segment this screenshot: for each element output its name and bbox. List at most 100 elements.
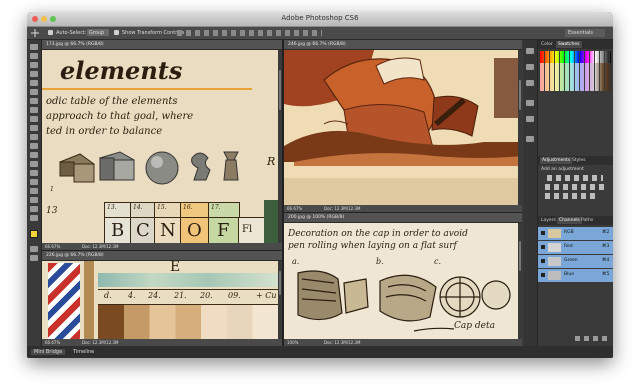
eyedropper-tool-button[interactable] (30, 89, 38, 95)
swatches-grid-lower[interactable] (540, 63, 611, 91)
element-table: 13. 14. 15. 16. 17. B C N O F Fl (42, 200, 282, 243)
move-tool-icon[interactable] (31, 29, 39, 37)
doc-canvas-3[interactable]: E d. 4. 24. 21. 20. 09. + Cu (42, 261, 282, 339)
visibility-eye-icon[interactable] (541, 245, 545, 249)
tab-styles[interactable]: Styles (572, 158, 586, 163)
canvas4-text-line2: pen rolling when laying on a flat surf (288, 241, 457, 251)
doc-tab-3[interactable]: 226.jpg @ 66.7% (RGB/8) (42, 251, 282, 261)
visibility-eye-icon[interactable] (541, 259, 545, 263)
type-tool-button[interactable] (30, 179, 38, 185)
adjustment-icons-row-2[interactable] (545, 184, 607, 190)
doc-tab-1[interactable]: 173.jpg @ 66.7% (RGB/8) (42, 40, 282, 50)
tools-panel (27, 40, 42, 346)
brush-tool-button[interactable] (30, 107, 38, 113)
canvas-text-line1: odic table of the elements (46, 96, 178, 107)
canvas-title-text: elements (60, 56, 183, 85)
element-c-box: C (130, 217, 156, 243)
channel-row-rgb[interactable]: RGB ⌘2 (538, 227, 613, 241)
channels-panel-tabs: Layers Channels Paths (538, 216, 613, 225)
workspace-switcher[interactable]: Essentials (565, 29, 605, 37)
tab-mini-bridge[interactable]: Mini Bridge (31, 349, 66, 355)
right-dock: Color Swatches Adjustments Styles Add an… (523, 40, 613, 346)
doc1-scrollbar[interactable] (278, 50, 282, 243)
tab-paths[interactable]: Paths (581, 218, 593, 223)
tab-timeline[interactable]: Timeline (73, 349, 94, 355)
channel-row-green[interactable]: Green ⌘4 (538, 255, 613, 269)
healing-tool-button[interactable] (30, 98, 38, 104)
element-f-box: F (208, 217, 240, 243)
show-transform-checkbox[interactable] (114, 30, 119, 35)
auto-select-checkbox[interactable] (48, 30, 53, 35)
screen-mode-button[interactable] (30, 255, 38, 261)
history-panel-icon[interactable] (526, 48, 534, 54)
quick-mask-button[interactable] (30, 246, 38, 252)
element-cell-13: 13. (104, 202, 132, 218)
element-cell-16: 16. (180, 202, 210, 218)
document-area: 173.jpg @ 66.7% (RGB/8) elements odic ta… (42, 40, 522, 346)
path-select-tool-button[interactable] (30, 188, 38, 194)
element-cell-15: 15. (154, 202, 182, 218)
canvas-text-line3: ted in order to balance (46, 126, 163, 137)
doc-tab-2[interactable]: 246.jpg @ 66.7% (RGB/8) (284, 40, 522, 50)
channel-row-blue[interactable]: Blue ⌘5 (538, 269, 613, 283)
doc2-scrollbar[interactable] (518, 50, 522, 205)
history-brush-tool-button[interactable] (30, 125, 38, 131)
canvas-side-letter: R (267, 155, 276, 168)
quick-select-tool-button[interactable] (30, 71, 38, 77)
visibility-eye-icon[interactable] (541, 273, 545, 277)
paragraph-panel-icon[interactable] (526, 116, 534, 122)
canvas4-text-line1: Decoration on the cap in order to avoid (288, 229, 468, 239)
auto-select-label: Auto-Select: (56, 30, 87, 36)
crop-tool-button[interactable] (30, 80, 38, 86)
adjustments-title: Add an adjustment (541, 167, 584, 172)
foreground-color-swatch[interactable] (30, 230, 38, 238)
options-bar: Auto-Select: Group Show Transform Contro… (27, 27, 613, 40)
align-distribute-buttons[interactable] (177, 30, 322, 36)
bottom-panel-bar: Mini Bridge Timeline (27, 346, 613, 358)
brush-panel-icon[interactable] (526, 136, 534, 142)
marquee-tool-button[interactable] (30, 53, 38, 59)
character-panel-icon[interactable] (526, 100, 534, 106)
tab-layers[interactable]: Layers (541, 218, 556, 223)
teal-swatch-row (98, 273, 282, 287)
blur-tool-button[interactable] (30, 152, 38, 158)
info-panel-icon[interactable] (526, 80, 534, 86)
pen-tool-button[interactable] (30, 170, 38, 176)
tab-adjustments[interactable]: Adjustments (540, 157, 573, 164)
reading-figure-sketch (284, 50, 522, 205)
barber-pole-stripes (48, 263, 80, 339)
gradient-tool-button[interactable] (30, 143, 38, 149)
tab-channels[interactable]: Channels (557, 217, 582, 224)
dodge-tool-button[interactable] (30, 161, 38, 167)
properties-panel-icon[interactable] (526, 64, 534, 70)
zoom-tool-button[interactable] (30, 215, 38, 221)
channel-row-red[interactable]: Red ⌘3 (538, 241, 613, 255)
element-cell-14: 14. (130, 202, 156, 218)
adjustment-icons-row-1[interactable] (547, 175, 603, 181)
tab-swatches[interactable]: Swatches (556, 41, 582, 48)
cap-caption: Cap deta (454, 321, 495, 331)
doc-canvas-2[interactable] (284, 50, 522, 205)
tab-color[interactable]: Color (541, 42, 553, 47)
hand-tool-button[interactable] (30, 206, 38, 212)
doc4-status-bar: 100% Doc: 12.3M/12.3M (284, 339, 522, 346)
doc-tab-4[interactable]: 200.jpg @ 100% (RGB/8) (284, 213, 522, 223)
move-tool-button[interactable] (30, 44, 38, 50)
brown-swatch-row (98, 305, 282, 339)
element-cell-17: 17. (208, 202, 240, 218)
doc3-status-bar: 66.67% Doc: 12.3M/12.3M (42, 339, 282, 346)
doc4-scrollbar[interactable] (518, 223, 522, 339)
lasso-tool-button[interactable] (30, 62, 38, 68)
doc-canvas-1[interactable]: elements odic table of the elements appr… (42, 50, 282, 243)
clone-stamp-tool-button[interactable] (30, 116, 38, 122)
doc3-scrollbar[interactable] (278, 261, 282, 339)
shape-tool-button[interactable] (30, 197, 38, 203)
eraser-tool-button[interactable] (30, 134, 38, 140)
doc-canvas-4[interactable]: Decoration on the cap in order to avoid … (284, 223, 522, 339)
channel-action-buttons[interactable] (575, 336, 611, 341)
visibility-eye-icon[interactable] (541, 231, 545, 235)
adjustment-icons-row-3[interactable] (545, 193, 597, 199)
number-row: d. 4. 24. 21. 20. 09. + Cu (98, 289, 282, 305)
auto-select-dropdown[interactable]: Group (87, 29, 109, 36)
doc2-status-bar: 66.67% Doc: 12.3M/12.3M (284, 205, 522, 212)
